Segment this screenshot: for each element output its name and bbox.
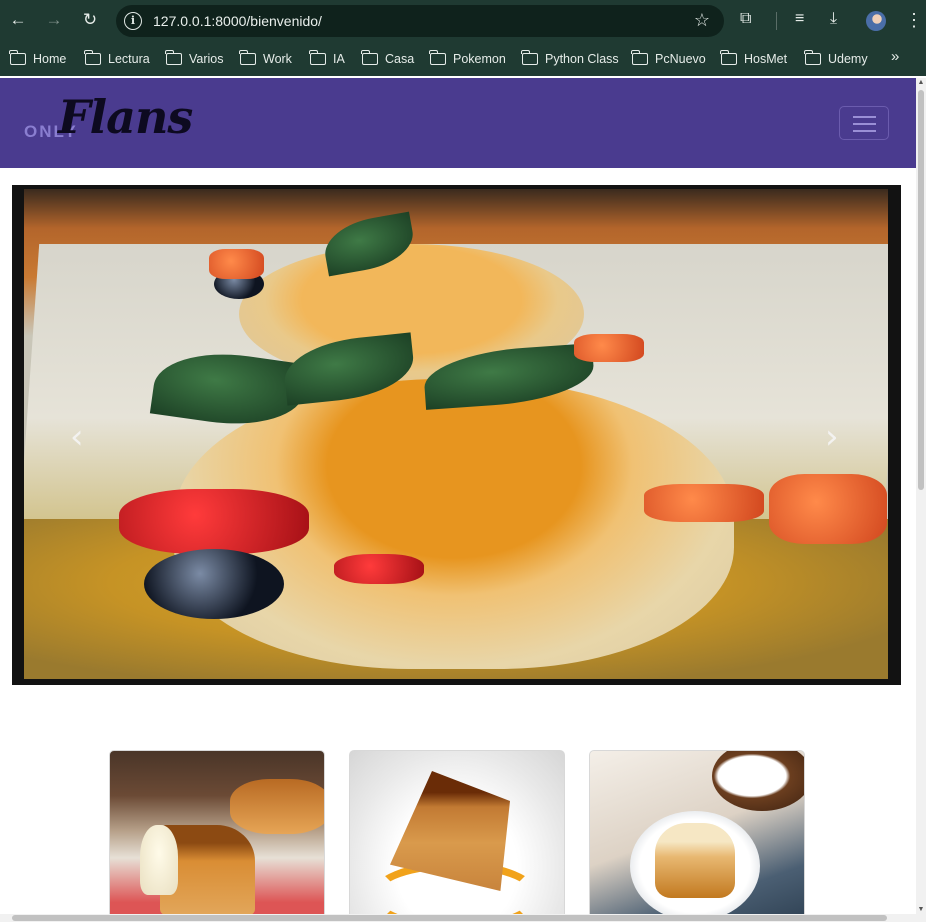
bookmark-label: HosMet bbox=[744, 52, 788, 66]
forward-arrow-icon[interactable]: → bbox=[43, 9, 65, 31]
bookmark-casa[interactable]: Casa bbox=[361, 50, 415, 67]
toolbar-divider bbox=[776, 12, 777, 30]
bookmark-label: Varios bbox=[189, 52, 224, 66]
brand-logo[interactable]: Flans bbox=[58, 90, 193, 144]
horizontal-scroll-thumb[interactable] bbox=[12, 915, 887, 921]
carousel-slide-flan-image bbox=[24, 189, 888, 679]
carousel-prev-icon[interactable]: ‹ bbox=[70, 417, 84, 457]
download-icon[interactable]: ⤓ bbox=[830, 10, 837, 28]
blueberry-shape bbox=[144, 549, 284, 619]
site-info-icon[interactable]: i bbox=[124, 12, 142, 30]
folder-icon bbox=[804, 50, 821, 65]
url-text[interactable]: 127.0.0.1:8000/bienvenido/ bbox=[153, 13, 322, 29]
image-carousel: ‹ › bbox=[12, 185, 901, 685]
bookmark-hosmet[interactable]: HosMet bbox=[720, 50, 788, 67]
vertical-scroll-thumb[interactable] bbox=[918, 90, 924, 490]
navbar-toggler-button[interactable] bbox=[839, 106, 889, 140]
bookmark-label: PcNuevo bbox=[655, 52, 706, 66]
reading-list-icon[interactable]: ≡ bbox=[795, 10, 804, 28]
bookmark-label: Casa bbox=[385, 52, 415, 66]
more-bookmarks-icon[interactable]: » bbox=[891, 48, 899, 65]
horizontal-scrollbar[interactable] bbox=[0, 914, 926, 922]
bookmark-label: Udemy bbox=[828, 52, 868, 66]
folder-icon bbox=[309, 50, 326, 65]
folder-icon bbox=[361, 50, 378, 65]
peach-shape bbox=[574, 334, 644, 362]
folder-icon bbox=[720, 50, 737, 65]
address-bar[interactable]: i 127.0.0.1:8000/bienvenido/ ☆ bbox=[116, 5, 724, 37]
bookmark-ia[interactable]: IA bbox=[309, 50, 345, 67]
scroll-down-icon[interactable]: ▼ bbox=[917, 906, 925, 913]
bookmark-udemy[interactable]: Udemy bbox=[804, 50, 868, 67]
peach-shape bbox=[769, 474, 887, 544]
bookmark-python-class[interactable]: Python Class bbox=[521, 50, 619, 67]
flan-card-image-3[interactable] bbox=[589, 750, 805, 914]
bookmark-label: Home bbox=[33, 52, 67, 66]
strawberry-shape bbox=[334, 554, 424, 584]
folder-icon bbox=[165, 50, 182, 65]
browser-toolbar: ← → ↻ i 127.0.0.1:8000/bienvenido/ ☆ ⧉ ≡… bbox=[0, 0, 926, 42]
site-navbar: ONLY Flans bbox=[0, 78, 916, 168]
page-viewport: ONLY Flans ‹ › bbox=[0, 78, 916, 914]
carousel-next-icon[interactable]: › bbox=[825, 417, 839, 457]
vertical-scrollbar[interactable]: ▲ ▼ bbox=[916, 78, 926, 914]
folder-icon bbox=[9, 50, 26, 65]
bookmark-label: Lectura bbox=[108, 52, 150, 66]
folder-icon bbox=[84, 50, 101, 65]
hamburger-line bbox=[853, 116, 876, 118]
back-arrow-icon[interactable]: ← bbox=[7, 9, 29, 31]
hamburger-line bbox=[853, 130, 876, 132]
bookmark-star-icon[interactable]: ☆ bbox=[694, 10, 710, 31]
coconut-shape bbox=[712, 751, 804, 811]
bookmark-varios[interactable]: Varios bbox=[165, 50, 224, 67]
flan-shape bbox=[655, 823, 735, 898]
strawberry-shape bbox=[119, 489, 309, 554]
menu-kebab-icon[interactable]: ⋮ bbox=[905, 10, 923, 31]
reload-icon[interactable]: ↻ bbox=[79, 9, 101, 31]
flan-shape bbox=[230, 779, 324, 834]
bookmark-lectura[interactable]: Lectura bbox=[84, 50, 150, 67]
hamburger-line bbox=[853, 123, 876, 125]
bookmark-label: Work bbox=[263, 52, 292, 66]
bookmark-pcnuevo[interactable]: PcNuevo bbox=[631, 50, 706, 67]
bookmark-label: Python Class bbox=[545, 52, 619, 66]
bookmark-label: Pokemon bbox=[453, 52, 506, 66]
flan-card-image-1[interactable] bbox=[109, 750, 325, 914]
bookmark-pokemon[interactable]: Pokemon bbox=[429, 50, 506, 67]
bookmark-work[interactable]: Work bbox=[239, 50, 292, 67]
bookmark-home[interactable]: Home bbox=[9, 50, 67, 67]
flan-card-image-2[interactable] bbox=[349, 750, 565, 914]
folder-icon bbox=[521, 50, 538, 65]
whipped-cream-shape bbox=[140, 825, 178, 895]
peach-shape bbox=[209, 249, 264, 279]
peach-shape bbox=[644, 484, 764, 522]
bookmarks-bar: Home Lectura Varios Work IA Casa Pokemon… bbox=[0, 42, 926, 76]
scroll-up-icon[interactable]: ▲ bbox=[917, 79, 925, 86]
extensions-icon[interactable]: ⧉ bbox=[740, 10, 751, 28]
folder-icon bbox=[631, 50, 648, 65]
bookmark-label: IA bbox=[333, 52, 345, 66]
folder-icon bbox=[429, 50, 446, 65]
folder-icon bbox=[239, 50, 256, 65]
profile-avatar[interactable] bbox=[866, 11, 886, 31]
